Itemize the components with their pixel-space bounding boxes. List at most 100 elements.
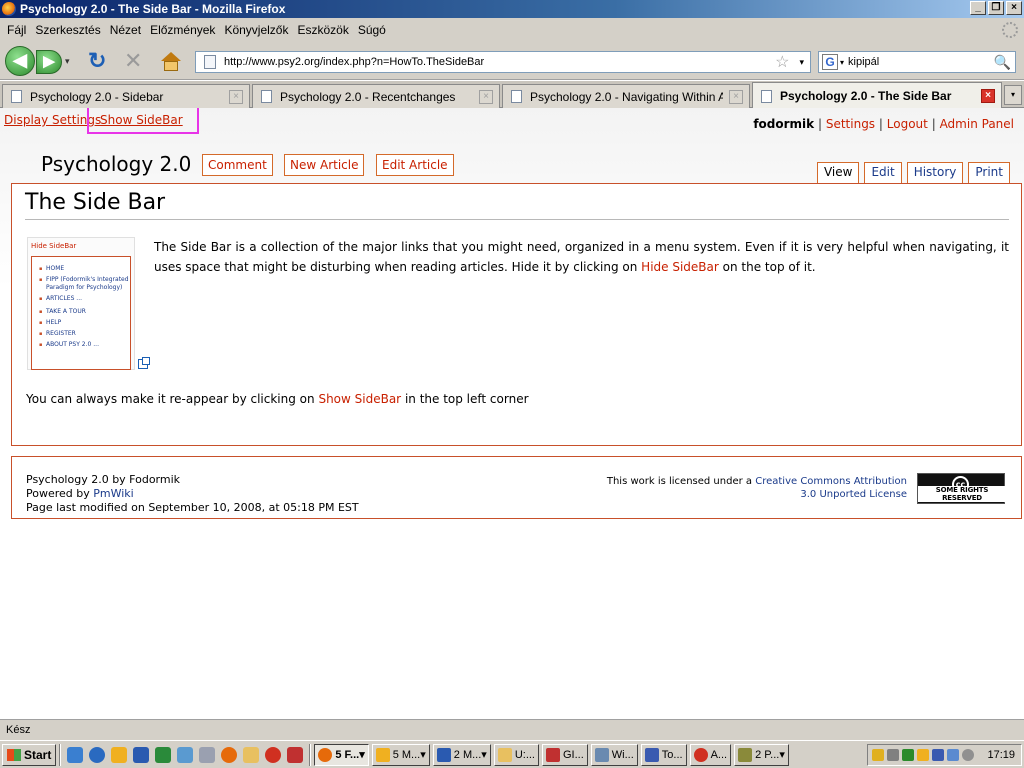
task-word[interactable]: 2 M... ▾ <box>432 743 491 766</box>
history-dropdown-icon[interactable]: ▾ <box>65 56 70 67</box>
tab-close-icon[interactable]: × <box>981 89 995 103</box>
stop-button[interactable]: ✕ <box>124 50 142 72</box>
cc-license-link-2[interactable]: 3.0 Unported License <box>800 489 907 500</box>
thumbnail-item: FIPP (Fodormik's Integrated Paradigm for… <box>32 276 130 292</box>
text: in the top left corner <box>401 392 529 406</box>
logout-link[interactable]: Logout <box>887 117 928 131</box>
app-icon[interactable] <box>177 746 194 763</box>
tab-strip: Psychology 2.0 - Sidebar × Psychology 2.… <box>0 81 1024 109</box>
menu-help[interactable]: Súgó <box>355 23 392 37</box>
admin-panel-link[interactable]: Admin Panel <box>940 117 1014 131</box>
word-icon <box>436 747 451 762</box>
google-icon[interactable]: G <box>822 54 838 70</box>
separator: | <box>817 117 823 131</box>
task-folder[interactable]: U:... <box>493 743 539 766</box>
app-icon[interactable] <box>265 746 282 763</box>
menu-tools[interactable]: Eszközök <box>294 23 354 37</box>
forward-button[interactable]: ▶ <box>36 50 62 74</box>
menu-edit[interactable]: Szerkesztés <box>32 23 106 37</box>
footer-modified: Page last modified on September 10, 2008… <box>26 501 359 514</box>
status-bar: Kész <box>0 719 1024 740</box>
shield-icon[interactable] <box>872 749 885 761</box>
tab-navigating[interactable]: Psychology 2.0 - Navigating Within An ..… <box>502 84 750 108</box>
word-icon[interactable] <box>133 746 150 763</box>
search-icon[interactable]: 🔍 <box>994 54 1011 71</box>
tab-view[interactable]: View <box>816 162 860 183</box>
expand-image-icon[interactable] <box>138 357 150 369</box>
menu-view[interactable]: Nézet <box>107 23 147 37</box>
sidebar-thumbnail[interactable]: Hide SideBar HOME FIPP (Fodormik's Integ… <box>27 237 135 370</box>
firefox-icon[interactable] <box>221 746 238 763</box>
edit-article-button[interactable]: Edit Article <box>376 154 454 176</box>
internet-explorer-icon[interactable] <box>89 746 106 763</box>
hide-sidebar-link[interactable]: Hide SideBar <box>641 260 719 274</box>
show-sidebar-inline-link[interactable]: Show SideBar <box>318 392 401 406</box>
task-a[interactable]: A... <box>689 743 732 766</box>
start-button[interactable]: Start <box>2 743 57 766</box>
footer-credit: Psychology 2.0 by Fodormik <box>26 473 181 486</box>
clock-app-icon[interactable] <box>917 749 930 761</box>
home-button[interactable] <box>160 52 182 72</box>
url-input[interactable]: http://www.psy2.org/index.php?n=HowTo.Th… <box>224 56 775 68</box>
menu-bookmarks[interactable]: Könyvjelzők <box>221 23 294 37</box>
separator: | <box>878 117 883 131</box>
gift-icon[interactable] <box>287 746 304 763</box>
settings-link[interactable]: Settings <box>826 117 875 131</box>
cc-badge[interactable]: cc SOME RIGHTS RESERVED <box>917 473 1006 504</box>
restore-button[interactable]: ❐ <box>988 1 1004 15</box>
clock[interactable]: 17:19 <box>987 749 1015 761</box>
new-article-button[interactable]: New Article <box>284 154 365 176</box>
excel-icon[interactable] <box>155 746 172 763</box>
tab-history[interactable]: History <box>906 162 964 183</box>
reload-button[interactable]: ↻ <box>88 50 106 72</box>
tray-icon[interactable] <box>902 749 915 761</box>
task-clock[interactable]: 5 M... ▾ <box>371 743 430 766</box>
menu-history[interactable]: Előzmények <box>147 23 221 37</box>
minimize-button[interactable]: _ <box>970 1 986 15</box>
back-button[interactable]: ◀ <box>5 46 35 76</box>
tab-print[interactable]: Print <box>968 162 1010 183</box>
search-input[interactable]: kipipál <box>848 56 994 68</box>
tab-sidebar[interactable]: Psychology 2.0 - Sidebar × <box>2 84 250 108</box>
volume-icon[interactable] <box>962 749 975 761</box>
tab-edit[interactable]: Edit <box>864 162 902 183</box>
app-icon[interactable] <box>199 746 216 763</box>
page-footer: Psychology 2.0 by Fodormik Powered by Pm… <box>11 456 1022 519</box>
url-dropdown-icon[interactable]: ▾ <box>799 57 804 68</box>
site-title[interactable]: Psychology 2.0 <box>41 152 191 176</box>
clock-app-icon[interactable] <box>111 746 128 763</box>
task-to[interactable]: To... <box>640 743 687 766</box>
bookmark-star-icon[interactable]: ☆ <box>775 52 789 72</box>
task-label: 5 F... <box>335 748 360 761</box>
tray-icon[interactable] <box>932 749 945 761</box>
close-window-button[interactable]: × <box>1006 1 1022 15</box>
search-bar[interactable]: G ▾ kipipál 🔍 <box>818 51 1016 73</box>
firefox-icon <box>2 2 16 16</box>
tab-close-icon[interactable]: × <box>729 89 743 104</box>
tab-the-side-bar[interactable]: Psychology 2.0 - The Side Bar × <box>752 82 1002 109</box>
address-bar[interactable]: http://www.psy2.org/index.php?n=HowTo.Th… <box>195 51 811 73</box>
folder-icon[interactable] <box>243 746 260 763</box>
tab-recentchanges[interactable]: Psychology 2.0 - Recentchanges × <box>252 84 500 108</box>
show-desktop-icon[interactable] <box>67 746 84 763</box>
task-label: 2 P... <box>755 748 780 761</box>
task-paint[interactable]: 2 P... ▾ <box>734 743 789 766</box>
task-windows[interactable]: Wi... <box>590 743 638 766</box>
comment-button[interactable]: Comment <box>202 154 273 176</box>
cc-license-link[interactable]: Creative Commons Attribution <box>755 476 907 487</box>
license-text: This work is licensed under a Creative C… <box>607 475 907 501</box>
article-paragraph: You can always make it re-appear by clic… <box>26 392 529 406</box>
pmwiki-link[interactable]: PmWiki <box>93 487 133 500</box>
task-firefox[interactable]: 5 F... ▾ <box>314 743 369 766</box>
text: on the top of it. <box>718 259 816 274</box>
tab-close-icon[interactable]: × <box>479 89 493 104</box>
show-sidebar-link[interactable]: Show SideBar <box>100 113 183 127</box>
divider <box>25 219 1009 220</box>
task-gimp[interactable]: GI... <box>541 743 588 766</box>
tab-list-button[interactable]: ▾ <box>1004 85 1022 105</box>
network-icon[interactable] <box>947 749 960 761</box>
tray-icon[interactable] <box>887 749 900 761</box>
menu-file[interactable]: Fájl <box>4 23 32 37</box>
tab-close-icon[interactable]: × <box>229 89 243 104</box>
search-engine-dropdown-icon[interactable]: ▾ <box>840 58 844 67</box>
